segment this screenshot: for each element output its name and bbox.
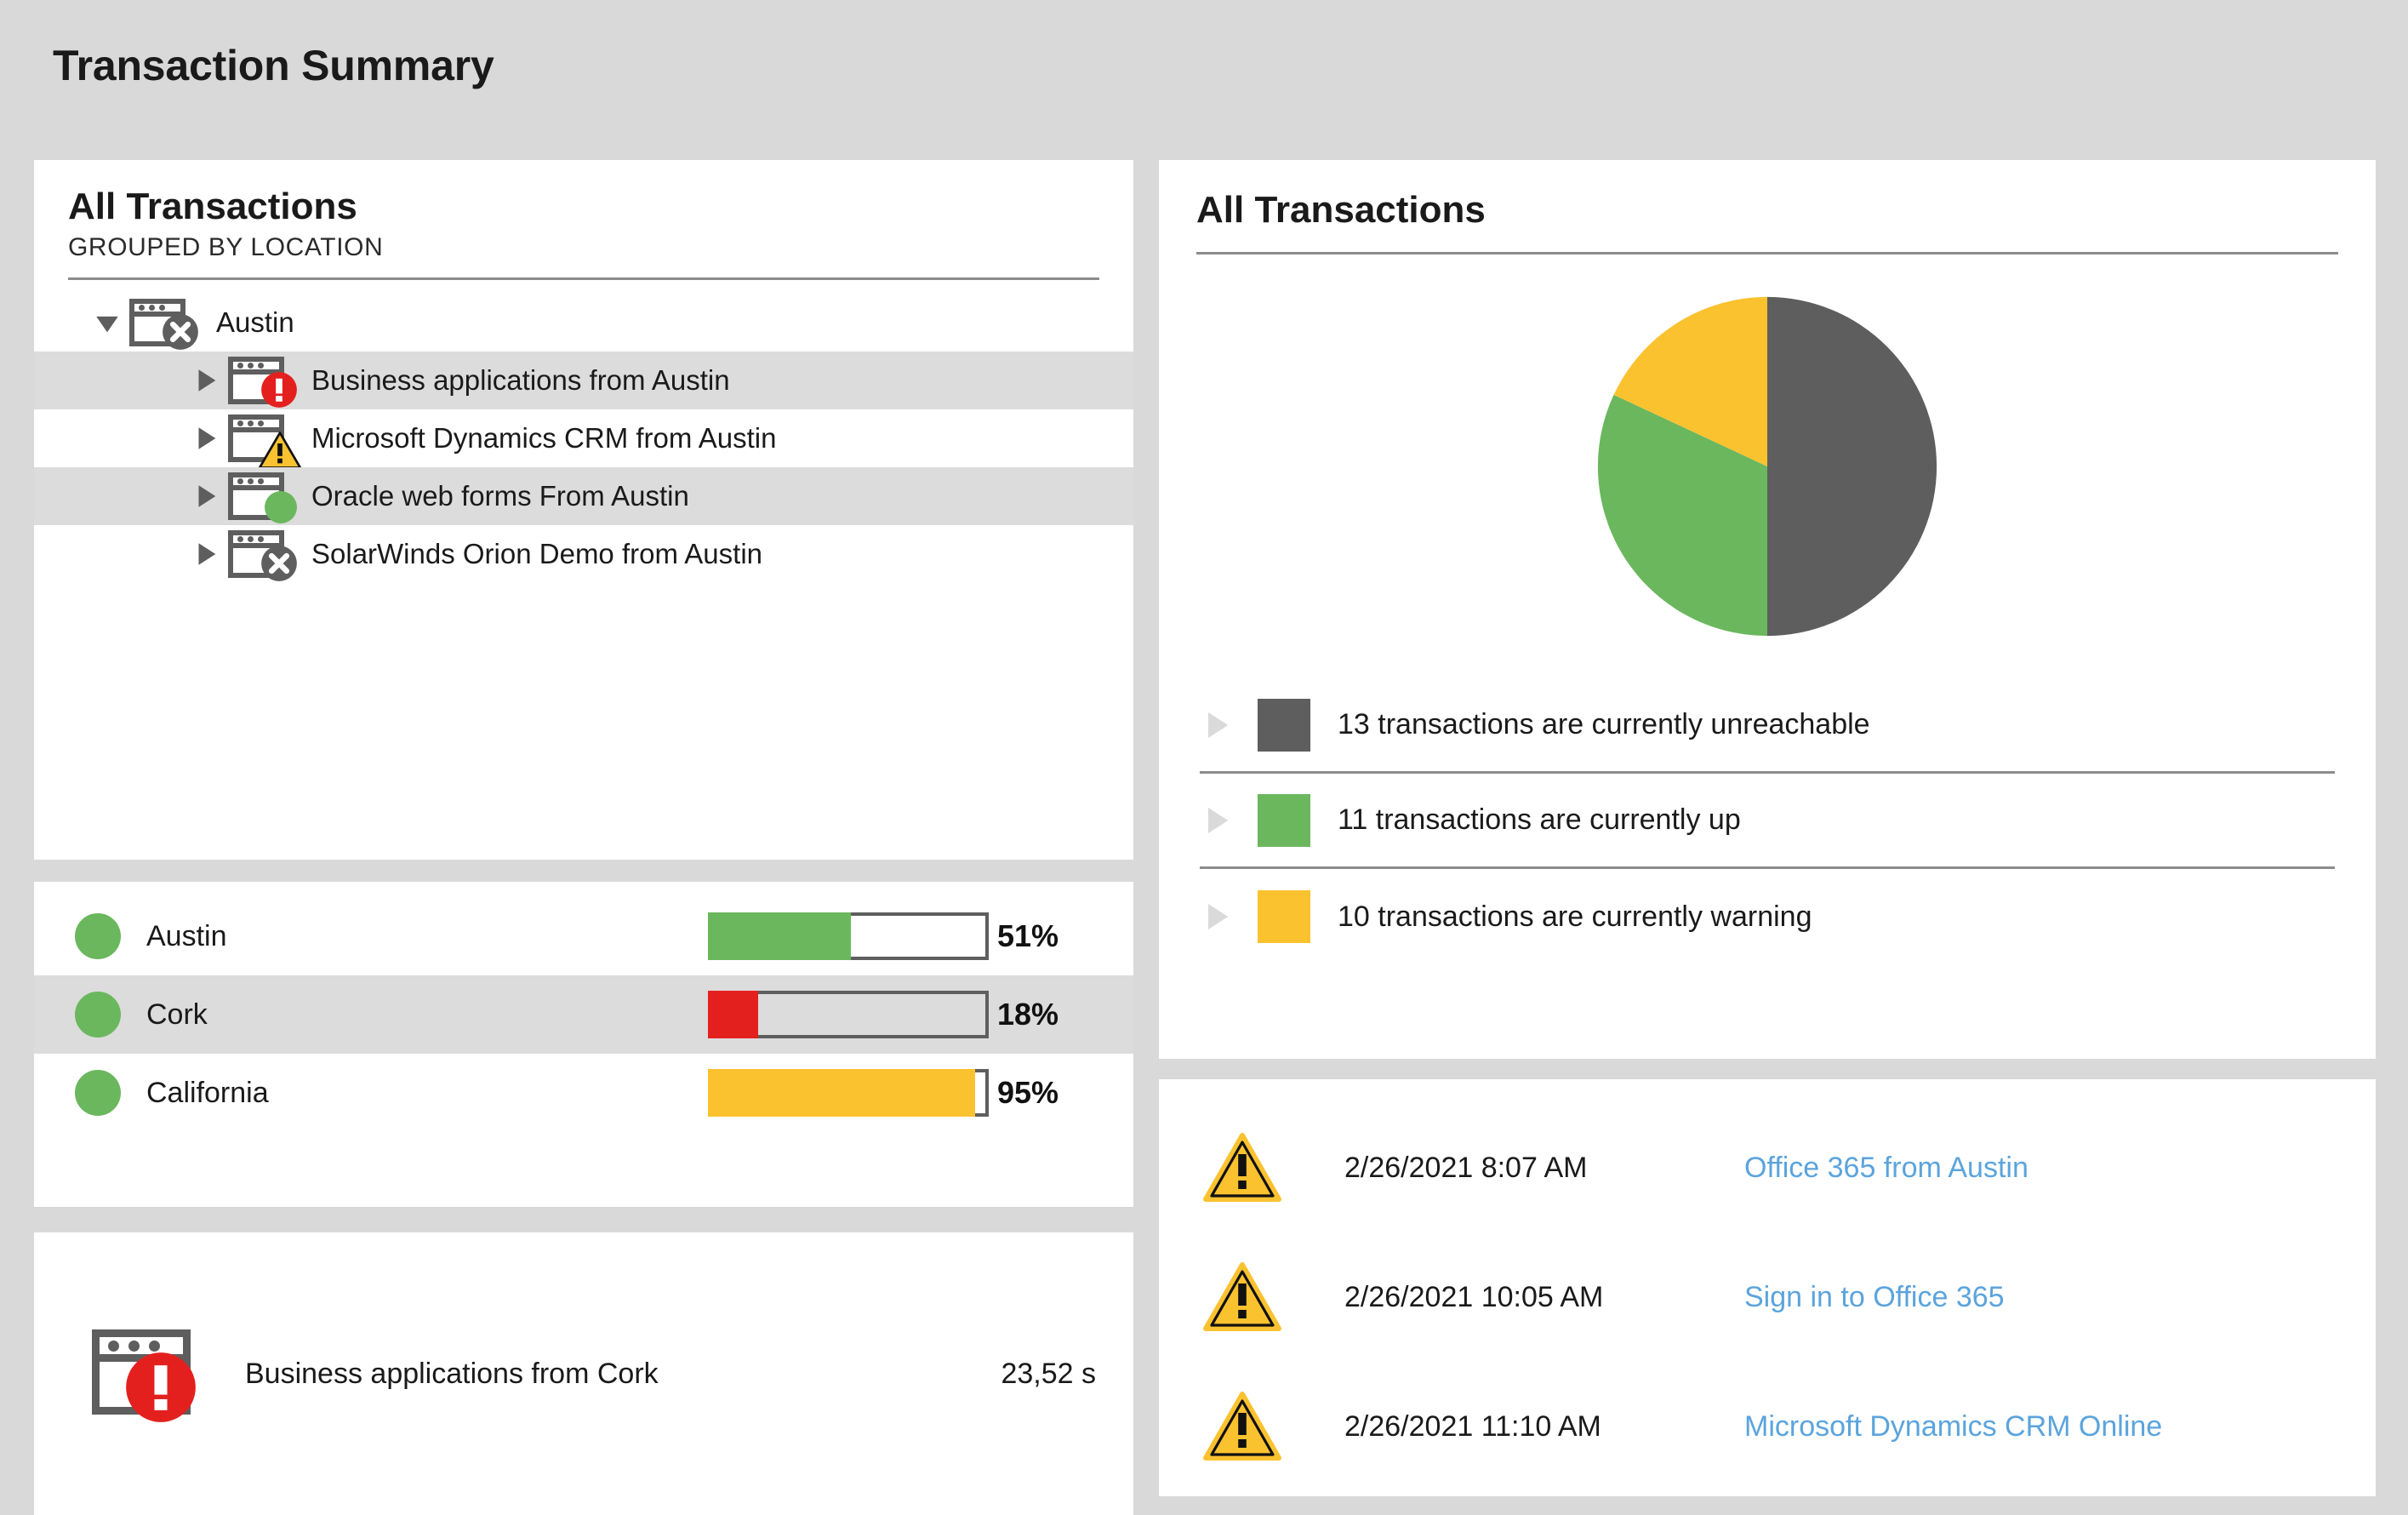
- browser-window-icon: [129, 297, 198, 350]
- alert-link[interactable]: Sign in to Office 365: [1744, 1281, 2005, 1314]
- unreachable-badge-icon: [260, 545, 298, 586]
- tree-row-label: Oracle web forms From Austin: [311, 480, 689, 512]
- caret-right-icon[interactable]: [187, 424, 225, 453]
- location-name: California: [146, 1076, 269, 1109]
- pie-panel-header: All Transactions: [1159, 160, 2376, 232]
- slowest-transaction-row[interactable]: Business applications from Cork 23,52 s: [34, 1232, 1133, 1515]
- alert-row[interactable]: 2/26/2021 8:07 AM Office 365 from Austin: [1196, 1103, 2338, 1232]
- legend-swatch-up: [1258, 793, 1310, 847]
- alert-timestamp: 2/26/2021 10:05 AM: [1344, 1280, 1604, 1313]
- legend-swatch-warning: [1258, 890, 1310, 943]
- location-row[interactable]: Austin 51%: [34, 897, 1133, 975]
- legend-row[interactable]: 10 transactions are currently warning: [1200, 869, 2335, 964]
- alert-timestamp: 2/26/2021 11:10 AM: [1344, 1409, 1601, 1443]
- caret-right-icon[interactable]: [1200, 708, 1249, 742]
- warning-triangle-icon: [1203, 1392, 1281, 1461]
- availability-percent: 95%: [997, 1075, 1059, 1110]
- tree-row-label: Microsoft Dynamics CRM from Austin: [311, 422, 777, 454]
- warning-triangle-icon: [1196, 1261, 1288, 1333]
- locations-availability-panel: Austin 51% Cork 18% California 95%: [34, 882, 1133, 1207]
- browser-window-icon: [228, 471, 297, 523]
- availability-meter: [708, 1069, 989, 1117]
- caret-right-icon[interactable]: [187, 540, 225, 569]
- legend-label: 13 transactions are currently unreachabl…: [1338, 708, 1870, 740]
- location-row[interactable]: Cork 18%: [34, 975, 1133, 1054]
- legend-label: 11 transactions are currently up: [1338, 803, 1741, 836]
- status-dot-icon: [75, 1070, 121, 1116]
- warning-triangle-icon: [1203, 1262, 1281, 1331]
- alerts-panel: 2/26/2021 8:07 AM Office 365 from Austin 2…: [1159, 1079, 2376, 1496]
- status-dot-icon: [75, 913, 121, 959]
- tree-child-row[interactable]: Microsoft Dynamics CRM from Austin: [34, 409, 1133, 469]
- legend-swatch-unreachable: [1258, 698, 1310, 752]
- all-transactions-tree-panel: All Transactions GROUPED BY LOCATION Aus…: [34, 160, 1133, 860]
- tree-panel-subtitle: GROUPED BY LOCATION: [68, 233, 384, 261]
- up-badge-icon: [264, 490, 298, 529]
- warning-triangle-icon: [1196, 1132, 1288, 1203]
- caret-down-icon[interactable]: [88, 308, 126, 337]
- caret-right-icon[interactable]: [1200, 803, 1249, 838]
- browser-window-icon: [92, 1329, 199, 1422]
- tree-group-row[interactable]: Austin: [34, 294, 1133, 352]
- browser-window-icon: [228, 529, 297, 581]
- slowest-transaction-value: 23,52 s: [1001, 1357, 1096, 1390]
- legend-row[interactable]: 13 transactions are currently unreachabl…: [1200, 678, 2335, 774]
- pie-panel-title: All Transactions: [1196, 189, 1486, 231]
- pie-slice-unreachable[interactable]: [1767, 296, 1937, 637]
- transaction-tree: Austin Business applications from Austin M…: [34, 294, 1133, 583]
- status-dot-icon: [75, 992, 121, 1038]
- tree-panel-title: All Transactions: [68, 186, 357, 227]
- tree-panel-header: All Transactions GROUPED BY LOCATION: [34, 160, 1133, 262]
- warning-triangle-icon: [1196, 1391, 1288, 1462]
- availability-meter: [708, 991, 989, 1038]
- slowest-transaction-name: Business applications from Cork: [245, 1357, 659, 1390]
- location-name: Cork: [146, 998, 208, 1031]
- availability-percent: 18%: [997, 997, 1059, 1032]
- unreachable-badge-icon: [162, 313, 199, 355]
- critical-badge-icon: [260, 371, 298, 413]
- transaction-summary-dashboard: Transaction Summary All Transactions GRO…: [0, 0, 2408, 1515]
- pie-chart-svg: [1597, 296, 1937, 637]
- location-name: Austin: [146, 919, 227, 952]
- tree-row-label: Business applications from Austin: [311, 364, 730, 396]
- browser-window-icon: [228, 355, 297, 408]
- legend-label: 10 transactions are currently warning: [1338, 900, 1812, 933]
- tree-child-row[interactable]: Oracle web forms From Austin: [34, 467, 1133, 525]
- alert-timestamp: 2/26/2021 8:07 AM: [1344, 1151, 1588, 1184]
- alert-link[interactable]: Office 365 from Austin: [1744, 1152, 2029, 1185]
- critical-badge-icon: [124, 1351, 197, 1428]
- availability-percent: 51%: [997, 918, 1059, 953]
- browser-window-icon: [228, 413, 302, 469]
- location-row[interactable]: California 95%: [34, 1054, 1133, 1132]
- page-title: Transaction Summary: [53, 42, 494, 89]
- tree-child-row[interactable]: Business applications from Austin: [34, 352, 1133, 409]
- tree-child-row[interactable]: SolarWinds Orion Demo from Austin: [34, 525, 1133, 583]
- slowest-transaction-panel: Business applications from Cork 23,52 s: [34, 1232, 1133, 1515]
- tree-panel-divider: [68, 277, 1099, 280]
- location-list: Austin 51% Cork 18% California 95%: [34, 882, 1133, 1132]
- tree-row-label: SolarWinds Orion Demo from Austin: [311, 538, 763, 569]
- alert-row[interactable]: 2/26/2021 10:05 AM Sign in to Office 365: [1196, 1232, 2338, 1362]
- tree-row-label: Austin: [216, 306, 294, 338]
- legend-row[interactable]: 11 transactions are currently up: [1200, 774, 2335, 869]
- alert-row[interactable]: 2/26/2021 11:10 AM Microsoft Dynamics CRM…: [1196, 1362, 2338, 1491]
- caret-right-icon[interactable]: [1200, 900, 1249, 934]
- caret-right-icon[interactable]: [187, 366, 225, 395]
- alert-link[interactable]: Microsoft Dynamics CRM Online: [1744, 1410, 2162, 1444]
- all-transactions-pie-panel: All Transactions 13 transactions are cur…: [1159, 160, 2376, 1059]
- warning-triangle-icon: [1203, 1133, 1281, 1202]
- availability-meter: [708, 912, 989, 960]
- pie-legend: 13 transactions are currently unreachabl…: [1200, 678, 2335, 964]
- pie-chart: [1159, 283, 2376, 649]
- pie-panel-divider: [1196, 252, 2338, 254]
- caret-right-icon[interactable]: [187, 482, 225, 511]
- alerts-list: 2/26/2021 8:07 AM Office 365 from Austin 2…: [1159, 1079, 2376, 1491]
